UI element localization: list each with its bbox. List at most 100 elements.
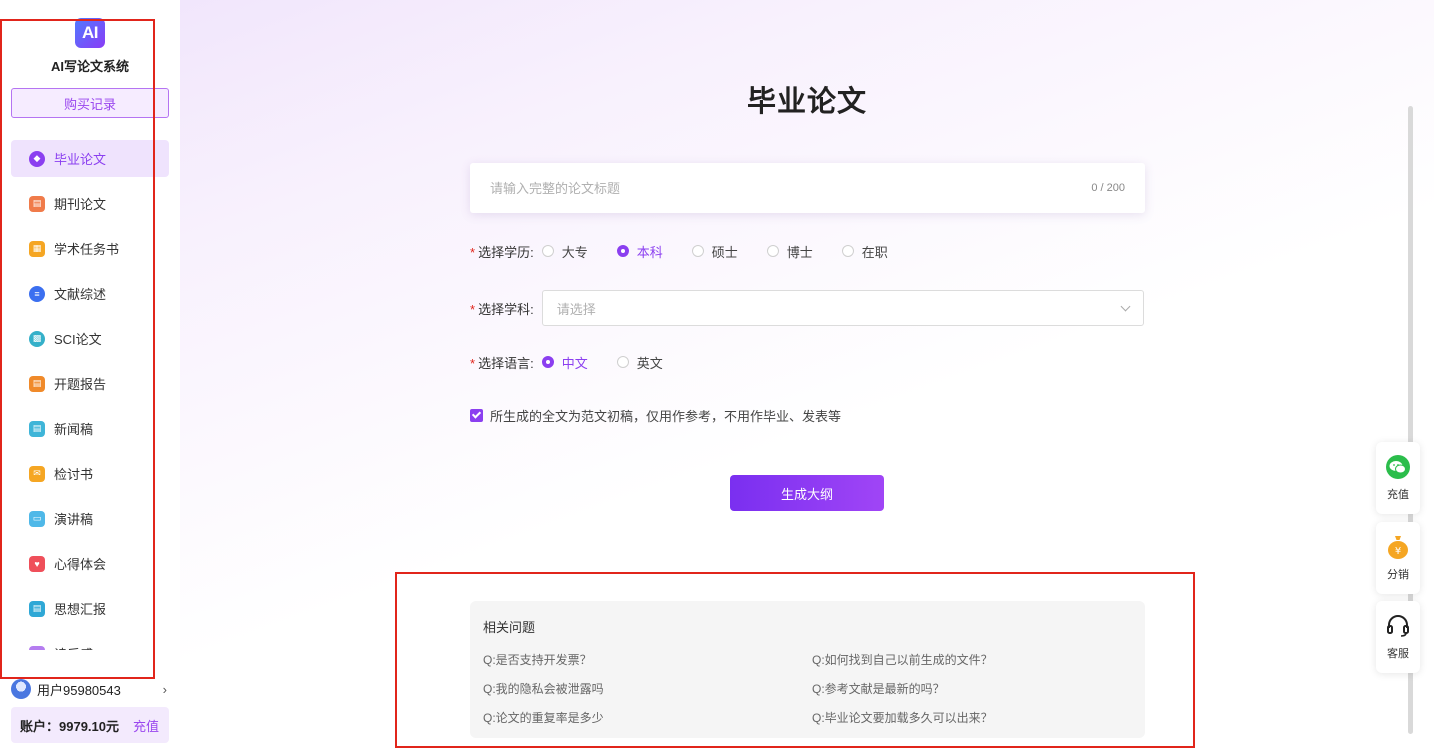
wechat-icon: [1386, 455, 1410, 479]
float-distribute-button[interactable]: ¥ 分销: [1376, 522, 1420, 594]
subject-select-placeholder: 请选择: [556, 301, 596, 317]
journal-icon: ▤: [29, 195, 45, 212]
radio-label: 大专: [561, 244, 588, 260]
radio-option[interactable]: 本科: [616, 242, 663, 261]
disclaimer-row: 所生成的全文为范文初稿，仅用作参考，不用作毕业、发表等: [470, 407, 842, 424]
radio-option[interactable]: 英文: [616, 353, 663, 372]
faq-question[interactable]: Q:如何找到自己以前生成的文件？: [812, 652, 1132, 668]
sidebar-item-label: 开题报告: [54, 377, 107, 392]
logo-icon: AI: [75, 18, 105, 48]
sidebar-item-2[interactable]: ▦ 学术任务书: [11, 230, 169, 267]
faq-question[interactable]: Q:我的隐私会被泄露吗: [483, 681, 812, 697]
sidebar-item-label: 期刊论文: [54, 197, 107, 212]
money-bag-icon: ¥: [1388, 536, 1408, 559]
radio-dot: [541, 245, 554, 257]
sidebar-item-label: 新闻稿: [54, 422, 94, 437]
account-box: 账户：9979.10元 充值: [11, 707, 169, 743]
education-label: * 选择学历:: [470, 244, 534, 260]
language-options: 中文 英文: [541, 353, 692, 372]
radio-option[interactable]: 硕士: [691, 242, 738, 261]
radio-option[interactable]: 博士: [766, 242, 813, 261]
list-icon: ≡: [29, 285, 45, 302]
sidebar-item-label: 心得体会: [54, 557, 107, 572]
sidebar-item-label: SCI论文: [54, 332, 102, 347]
subject-label: * 选择学科:: [470, 301, 534, 317]
sidebar-item-10[interactable]: ▤ 思想汇报: [11, 590, 169, 627]
chevron-right-icon: ›: [162, 681, 167, 697]
float-distribute-label: 分销: [1387, 569, 1409, 581]
sidebar-item-5[interactable]: ▤ 开题报告: [11, 365, 169, 402]
radio-dot: [541, 356, 554, 368]
user-name: 用户95980543: [37, 682, 121, 698]
language-row: * 选择语言: 中文 英文: [470, 353, 692, 372]
recharge-link[interactable]: 充值: [133, 716, 159, 735]
subject-row: * 选择学科: 请选择: [470, 290, 1144, 326]
sidebar-item-1[interactable]: ▤ 期刊论文: [11, 185, 169, 222]
sidebar-item-label: 读后感: [54, 644, 93, 650]
faq-title: 相关问题: [483, 620, 536, 635]
sidebar-menu: ◆ 毕业论文 ▤ 期刊论文 ▦ 学术任务书 ≡ 文献综述 ▩ SCI论文 ▤ 开题报告 ▤ 新闻稿 ✉ 检讨书…: [11, 140, 169, 650]
radio-dot: [841, 245, 854, 257]
envelope-icon: ✉: [29, 465, 45, 482]
sidebar-item-4[interactable]: ▩ SCI论文: [11, 320, 169, 357]
float-recharge-button[interactable]: 充值: [1376, 442, 1420, 514]
svg-text:¥: ¥: [1395, 546, 1401, 557]
chevron-down-icon: [1120, 301, 1131, 311]
disclaimer-text: 所生成的全文为范文初稿，仅用作参考，不用作毕业、发表等: [490, 408, 842, 424]
sidebar-item-label: 演讲稿: [54, 512, 94, 527]
buy-records-button[interactable]: 购买记录: [11, 88, 169, 118]
sidebar-item-3[interactable]: ≡ 文献综述: [11, 275, 169, 312]
radio-label: 英文: [636, 355, 663, 371]
heart-note-icon: ♥: [29, 555, 45, 572]
radio-option[interactable]: 在职: [841, 242, 888, 261]
char-counter: 0 / 200: [1091, 182, 1125, 194]
disclaimer-checkbox[interactable]: [470, 408, 483, 422]
sidebar-item-label: 毕业论文: [54, 152, 107, 167]
language-label: * 选择语言:: [470, 355, 534, 371]
radio-dot: [616, 245, 629, 257]
title-input-container: 0 / 200: [470, 163, 1145, 213]
graduation-cap-icon: ◆: [29, 150, 45, 167]
radio-label: 本科: [636, 244, 663, 260]
sidebar: AI AI写论文系统 购买记录 ◆ 毕业论文 ▤ 期刊论文 ▦ 学术任务书 ≡ 文献综述 ▩ SC…: [0, 0, 180, 756]
sidebar-item-label: 文献综述: [54, 287, 107, 302]
sidebar-item-11[interactable]: ▤ 读后感: [11, 635, 169, 650]
faq-question[interactable]: Q:是否支持开发票？: [483, 652, 812, 668]
float-recharge-label: 充值: [1387, 489, 1409, 501]
sidebar-item-6[interactable]: ▤ 新闻稿: [11, 410, 169, 447]
radio-label: 博士: [786, 244, 813, 260]
education-options: 大专 本科 硕士 博士 在职: [541, 242, 917, 261]
radio-option[interactable]: 大专: [541, 242, 588, 261]
radio-option[interactable]: 中文: [541, 353, 588, 372]
radio-label: 中文: [561, 355, 588, 371]
radio-dot: [616, 356, 629, 368]
faq-question[interactable]: Q:参考文献是最新的吗？: [812, 681, 1132, 697]
task-book-icon: ▦: [29, 240, 45, 257]
radio-dot: [691, 245, 704, 257]
app-name: AI写论文系统: [50, 59, 129, 74]
sidebar-item-9[interactable]: ♥ 心得体会: [11, 545, 169, 582]
sidebar-item-0[interactable]: ◆ 毕业论文: [11, 140, 169, 177]
faq-question[interactable]: Q:毕业论文要加载多久可以出来？: [812, 710, 1132, 726]
radio-dot: [766, 245, 779, 257]
sidebar-item-label: 检讨书: [54, 467, 94, 482]
thesis-title-input[interactable]: [490, 180, 1092, 196]
sidebar-item-8[interactable]: ▭ 演讲稿: [11, 500, 169, 537]
float-service-button[interactable]: 客服: [1376, 601, 1420, 673]
float-service-label: 客服: [1387, 648, 1409, 660]
subject-select[interactable]: 请选择: [541, 290, 1144, 326]
headset-icon: [1387, 615, 1409, 637]
faq-list: Q:是否支持开发票？ Q:如何找到自己以前生成的文件？ Q:我的隐私会被泄露吗 Q:参…: [483, 652, 1132, 726]
radio-label: 硕士: [711, 244, 738, 260]
faq-question[interactable]: Q:论文的重复率是多少: [483, 710, 812, 726]
generate-outline-button[interactable]: 生成大纲: [730, 475, 884, 511]
sidebar-item-7[interactable]: ✉ 检讨书: [11, 455, 169, 492]
thought-report-icon: ▤: [29, 600, 45, 617]
user-profile[interactable]: 用户95980543 ›: [11, 678, 169, 700]
account-balance: 账户：9979.10元: [20, 718, 119, 734]
news-icon: ▤: [29, 420, 45, 437]
sidebar-item-label: 学术任务书: [54, 242, 120, 257]
avatar: [11, 679, 31, 699]
book-icon: ▤: [29, 645, 45, 650]
main-content: 毕业论文 0 / 200 *选择学历: 大专 本科 硕士 博士 在职 *选择学科: 请选…: [180, 0, 1434, 756]
